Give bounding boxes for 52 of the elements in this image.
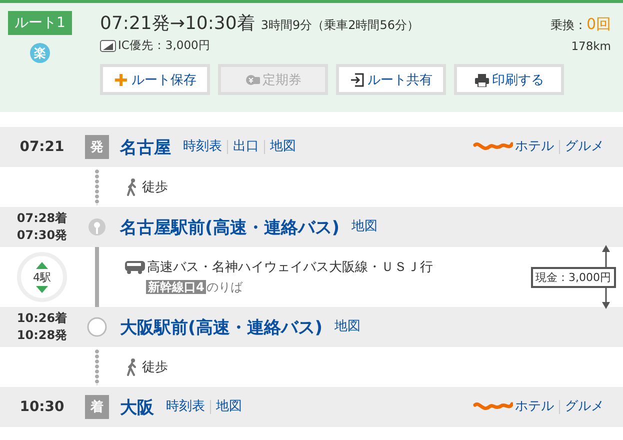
easy-badge: 楽 bbox=[30, 43, 50, 63]
route-times: 07:21発→10:30着 bbox=[100, 12, 255, 35]
distance-text: 178km bbox=[571, 38, 611, 52]
station-circle-icon bbox=[87, 317, 107, 337]
guide-link[interactable]: グルメ bbox=[559, 400, 609, 414]
time-text: 07:21 bbox=[18, 139, 66, 155]
route-action-button[interactable]: 印刷する bbox=[454, 64, 564, 95]
ic-card-icon bbox=[100, 40, 116, 52]
station-link[interactable]: 地図 bbox=[210, 400, 247, 414]
stop-count: 4駅 bbox=[33, 270, 51, 284]
station-link[interactable]: 地図 bbox=[332, 320, 366, 334]
time-text: 07:28着 bbox=[16, 210, 68, 227]
bus-icon bbox=[124, 260, 146, 274]
fare-text: IC優先：3,000円 bbox=[118, 38, 210, 53]
station-link[interactable]: 時刻表 bbox=[181, 140, 227, 154]
time-text: 10:30 bbox=[18, 399, 66, 415]
up-triangle-icon bbox=[36, 262, 48, 268]
transfer-count: 乗換：0回 bbox=[550, 15, 611, 34]
route-action-button[interactable]: ルート保存 bbox=[100, 64, 210, 95]
station-link[interactable]: 地図 bbox=[264, 140, 301, 154]
station-badge: 発 bbox=[85, 135, 109, 159]
line-name: 高速バス・名神ハイウェイバス大阪線・ＵＳＪ行 bbox=[147, 259, 433, 276]
plus-icon bbox=[114, 72, 130, 86]
platform-tag: 新幹線口4 bbox=[146, 280, 206, 294]
time-text: 10:26着 bbox=[16, 310, 68, 327]
station-link[interactable]: 地図 bbox=[350, 220, 383, 234]
walk-label: 徒歩 bbox=[142, 359, 168, 376]
station-name[interactable]: 名古屋駅前(高速・連絡バス) bbox=[120, 216, 340, 238]
guide-link[interactable]: ホテル bbox=[515, 400, 559, 414]
route-duration: 3時間9分（乗車2時間56分） bbox=[260, 17, 420, 34]
stop-count-button[interactable]: 4駅 bbox=[17, 252, 67, 302]
platform-label: のりば bbox=[206, 280, 242, 294]
transfer-pin-icon bbox=[88, 218, 106, 236]
walking-person-icon bbox=[126, 178, 138, 196]
station-name[interactable]: 大阪 bbox=[120, 396, 154, 418]
guide-link[interactable]: グルメ bbox=[559, 140, 609, 154]
station-name[interactable]: 名古屋 bbox=[120, 136, 171, 158]
walking-person-icon bbox=[126, 358, 138, 376]
guide-link[interactable]: ホテル bbox=[515, 140, 559, 154]
station-badge: 着 bbox=[85, 395, 109, 419]
fare-label: 現金：3,000円 bbox=[530, 266, 616, 288]
time-text: 10:28発 bbox=[16, 327, 68, 344]
station-name[interactable]: 大阪駅前(高速・連絡バス) bbox=[120, 316, 323, 338]
ticket-icon bbox=[244, 72, 260, 86]
down-triangle-icon bbox=[36, 286, 48, 292]
time-text: 07:30発 bbox=[16, 227, 68, 244]
walk-label: 徒歩 bbox=[142, 179, 168, 196]
print-icon bbox=[474, 72, 490, 86]
route-action-button[interactable]: ルート共有 bbox=[336, 64, 446, 95]
station-link[interactable]: 時刻表 bbox=[164, 400, 210, 414]
exit-arrow-icon bbox=[350, 72, 366, 86]
station-link[interactable]: 出口 bbox=[227, 140, 264, 154]
